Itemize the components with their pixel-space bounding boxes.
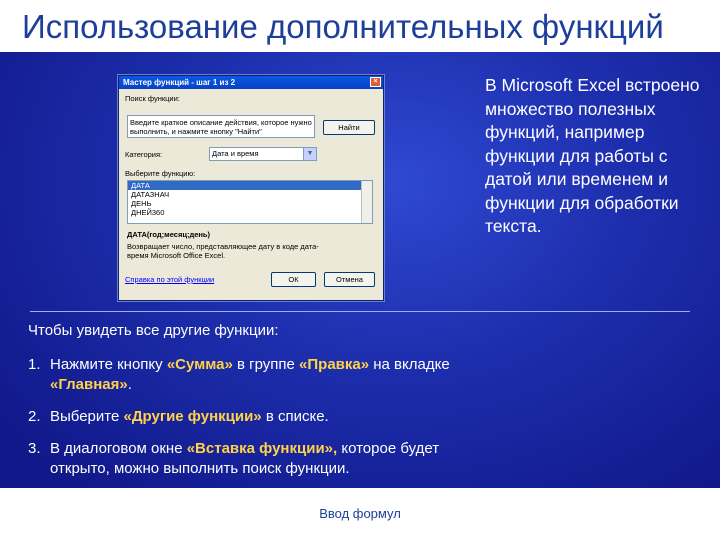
function-signature: ДАТА(год;месяц;день) bbox=[127, 230, 211, 239]
side-text: В Microsoft Excel встроено множество пол… bbox=[485, 75, 700, 236]
divider bbox=[30, 311, 690, 312]
scrollbar[interactable] bbox=[361, 181, 372, 223]
slide-footer: Ввод формул bbox=[319, 506, 401, 521]
cancel-button[interactable]: Отмена bbox=[324, 272, 375, 287]
select-function-label: Выберите функцию: bbox=[125, 169, 196, 178]
step-text: В диалоговом окне «Вставка функции», кот… bbox=[50, 440, 440, 477]
steps-intro: Чтобы увидеть все другие функции: bbox=[28, 322, 279, 339]
close-icon[interactable]: × bbox=[370, 77, 381, 87]
steps-block: Чтобы увидеть все другие функции: 1. Наж… bbox=[28, 321, 488, 491]
category-label: Категория: bbox=[125, 150, 163, 159]
function-description: Возвращает число, представляющее дату в … bbox=[127, 242, 319, 260]
insert-function-dialog: Мастер функций - шаг 1 из 2 × Поиск функ… bbox=[118, 75, 384, 301]
list-item[interactable]: ДЕНЬ bbox=[128, 199, 372, 208]
function-list[interactable]: ДАТА ДАТАЗНАЧ ДЕНЬ ДНЕЙ360 bbox=[127, 180, 373, 224]
list-item[interactable]: ДНЕЙ360 bbox=[128, 208, 372, 217]
dialog-title: Мастер функций - шаг 1 из 2 bbox=[123, 78, 236, 87]
category-value: Дата и время bbox=[212, 149, 259, 158]
list-item: 2. Выберите «Другие функции» в списке. bbox=[28, 407, 488, 427]
dialog-titlebar[interactable]: Мастер функций - шаг 1 из 2 × bbox=[119, 76, 383, 89]
chevron-down-icon[interactable]: ▼ bbox=[303, 148, 316, 160]
step-number: 3. bbox=[28, 440, 41, 457]
ok-button[interactable]: ОК bbox=[271, 272, 316, 287]
find-button[interactable]: Найти bbox=[323, 120, 375, 135]
step-text: Нажмите кнопку «Сумма» в группе «Правка»… bbox=[50, 356, 450, 393]
list-item: 3. В диалоговом окне «Вставка функции», … bbox=[28, 439, 488, 479]
step-text: Выберите «Другие функции» в списке. bbox=[50, 408, 329, 425]
list-item: 1. Нажмите кнопку «Сумма» в группе «Прав… bbox=[28, 355, 488, 395]
slide-title: Использование дополнительных функций bbox=[22, 8, 664, 45]
list-item[interactable]: ДАТА bbox=[128, 181, 372, 190]
step-number: 1. bbox=[28, 356, 41, 373]
search-label: Поиск функции: bbox=[125, 94, 180, 103]
search-input[interactable]: Введите краткое описание действия, котор… bbox=[127, 115, 315, 138]
step-number: 2. bbox=[28, 408, 41, 425]
help-link[interactable]: Справка по этой функции bbox=[125, 275, 214, 284]
category-select[interactable]: Дата и время ▼ bbox=[209, 147, 317, 161]
list-item[interactable]: ДАТАЗНАЧ bbox=[128, 190, 372, 199]
